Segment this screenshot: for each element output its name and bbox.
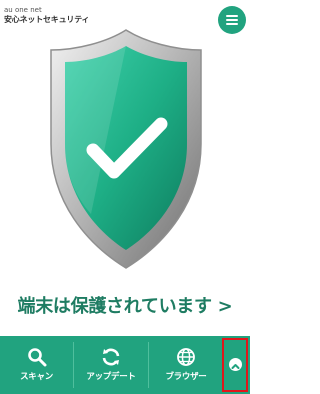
menu-button[interactable] bbox=[218, 6, 246, 34]
browser-button[interactable]: ブラウザー bbox=[149, 336, 223, 394]
scroll-top-circle bbox=[229, 358, 242, 371]
update-label: アップデート bbox=[86, 372, 136, 382]
browser-label: ブラウザー bbox=[165, 372, 207, 382]
shield-check-icon bbox=[50, 29, 202, 269]
chevron-up-icon bbox=[231, 364, 240, 369]
scan-label: スキャン bbox=[20, 372, 53, 382]
bottom-navigation: スキャン アップデート ブラウザー bbox=[0, 336, 250, 394]
brand-subtitle: au one net bbox=[4, 6, 42, 14]
update-button[interactable]: アップデート bbox=[74, 336, 148, 394]
refresh-icon bbox=[102, 348, 120, 366]
protection-status-link[interactable]: 端末は保護されています > bbox=[0, 292, 250, 318]
scan-button[interactable]: スキャン bbox=[0, 336, 73, 394]
magnifier-icon bbox=[27, 348, 46, 367]
app-screen: au one net 安心ネットセキュリティ 端末は保護されています > スキャ… bbox=[0, 0, 250, 394]
scroll-to-top-button[interactable] bbox=[222, 338, 248, 392]
globe-icon bbox=[177, 348, 195, 366]
